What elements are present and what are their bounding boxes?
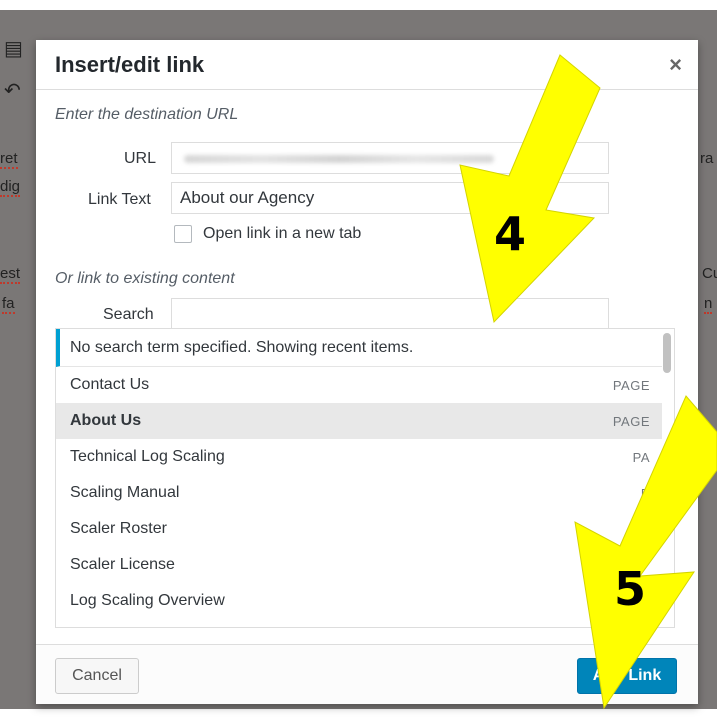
url-section-label: Enter the destination URL [55,106,239,123]
add-link-button[interactable]: Add Link [577,658,677,694]
result-title: Log Scaling Overview [70,592,225,609]
close-icon[interactable]: × [669,52,682,78]
result-item-scaler-roster[interactable]: Scaler Roster [56,511,662,547]
editor-toolbar-icon: ▤ [4,38,23,60]
results-scrollbar[interactable] [662,333,672,625]
url-label: URL [124,150,157,167]
new-tab-label: Open link in a new tab [203,225,362,242]
search-input[interactable] [171,298,609,330]
insert-link-dialog: Insert/edit link × Enter the destination… [36,40,698,704]
result-item-scaling-manual[interactable]: Scaling Manual P [56,475,662,511]
result-item-log-scaling-overview[interactable]: Log Scaling Overview [56,583,662,619]
step-5-label: 5 [614,562,647,616]
background-text-fragment: fa [2,295,15,314]
dialog-title: Insert/edit link [55,52,205,77]
background-text-fragment: ret [0,150,18,169]
link-text-input[interactable]: About our Agency [171,182,609,214]
result-item-about-us[interactable]: About Us PAGE [56,403,662,439]
existing-content-label: Or link to existing content [55,270,235,287]
result-type: PAGE [612,378,650,393]
background-text-fragment: Cu [702,265,717,282]
search-notice: No search term specified. Showing recent… [56,329,662,367]
result-type: PAGE [612,414,650,429]
results-list: No search term specified. Showing recent… [55,328,675,628]
url-input[interactable] [171,142,609,174]
background-text-fragment: dig [0,178,21,197]
blurred-url-value [184,155,494,163]
result-title: About Us [70,412,142,429]
result-type: PA [632,450,650,465]
result-title: Scaler License [70,556,175,573]
result-title: Technical Log Scaling [70,448,225,465]
new-tab-checkbox[interactable] [174,225,192,243]
result-item-scaler-license[interactable]: Scaler License [56,547,662,583]
undo-icon: ↶ [4,80,21,102]
result-type: P [640,486,650,501]
scrollbar-thumb[interactable] [663,333,671,373]
background-text-fragment: ra [700,150,714,167]
dialog-footer: Cancel Add Link [36,644,698,704]
cancel-button[interactable]: Cancel [55,658,139,694]
result-title: Scaler Roster [70,520,167,537]
result-title: Scaling Manual [70,484,180,501]
background-text-fragment: est [0,265,21,284]
step-4-label: 4 [494,207,527,261]
result-item-contact-us[interactable]: Contact Us PAGE [56,367,662,403]
search-label: Search [103,306,154,323]
background-text-fragment: n [704,295,713,314]
dialog-header: Insert/edit link × [36,40,698,90]
result-item-technical-log-scaling[interactable]: Technical Log Scaling PA [56,439,662,475]
link-text-label: Link Text [88,191,151,208]
result-title: Contact Us [70,376,150,393]
